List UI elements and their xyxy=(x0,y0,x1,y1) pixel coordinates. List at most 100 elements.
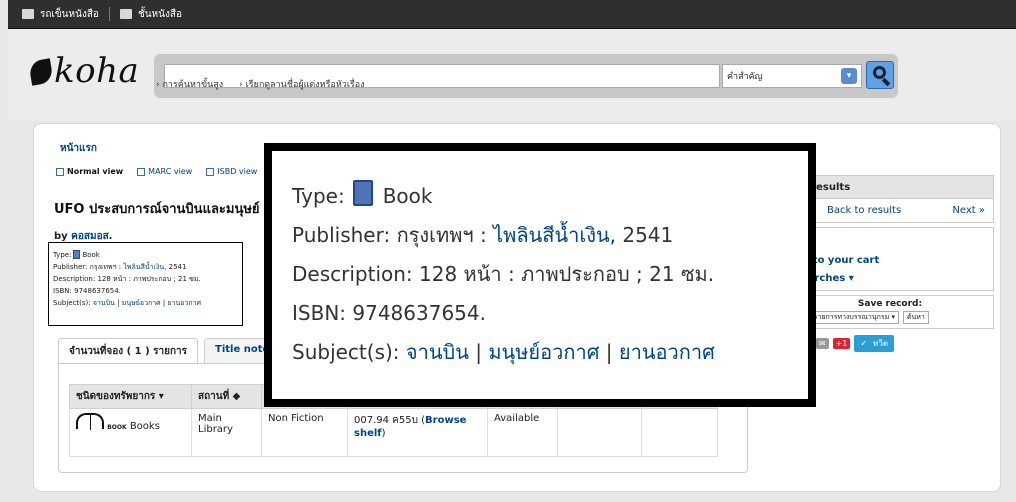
marc-view-label: MARC view xyxy=(148,167,193,176)
topbar-divider xyxy=(108,7,110,21)
table-row: BOOK Books Main Library Non Fiction 007.… xyxy=(69,408,718,457)
save-go-button[interactable]: ต้นหา xyxy=(902,311,929,324)
advanced-search-link[interactable]: › การค้นหาขั้นสูง xyxy=(156,77,223,91)
small-isbn-row: ISBN: 9748637654. xyxy=(53,285,238,297)
zoom-subject-link[interactable]: ยานอวกาศ xyxy=(619,340,715,364)
view-switcher: Normal view MARC view ISBD view xyxy=(56,167,257,176)
tab-normal-view[interactable]: Normal view xyxy=(56,167,123,176)
browse-results-nav: Back to results Next » xyxy=(786,199,994,223)
book-icon xyxy=(352,180,373,206)
list-icon xyxy=(119,9,132,19)
next-link[interactable]: Next » xyxy=(952,205,985,216)
koha-logo[interactable]: koha xyxy=(28,51,140,91)
cell-collection: Non Fiction xyxy=(261,408,348,457)
add-to-cart-link[interactable]: dd to your cart xyxy=(795,252,985,270)
byline-prefix: by xyxy=(54,231,68,242)
google-plus-icon[interactable]: +1 xyxy=(832,338,851,349)
zoom-publisher-label: Publisher: xyxy=(292,223,391,247)
small-type-row: Type: Book xyxy=(53,249,238,261)
cart-link[interactable]: รถเข็นหนังสือ xyxy=(22,7,99,22)
zoom-publisher-year: 2541 xyxy=(622,223,674,247)
shelves-link[interactable]: ชั้นหนังสือ xyxy=(119,7,182,22)
email-icon[interactable]: ✉ xyxy=(815,338,829,349)
small-subject-link[interactable]: จานบิน xyxy=(93,299,115,307)
record-details-small: Type: Book Publisher: กรุงเทพฯ : ไพลินสีน… xyxy=(48,242,243,326)
save-record-box: Save record: แสดงรายการทางบรรณานุกรม ▾ ต… xyxy=(786,295,994,329)
search-index-select[interactable]: คำสำคัญ ▾ xyxy=(722,64,862,88)
cell-item-type: BOOK Books xyxy=(69,408,192,457)
column-header-item-type[interactable]: ชนิดของทรัพยากร ▾ xyxy=(69,384,192,409)
column-header-location[interactable]: สถานที่ ◆ xyxy=(191,384,262,409)
browse-authors-link[interactable]: › เรียกดูลานชื่อผู้แต่งหรือหัวเรื่อง xyxy=(239,77,364,91)
author-link[interactable]: คอสมอส xyxy=(71,231,109,242)
zoom-subject-link[interactable]: มนุษย์อวกาศ xyxy=(488,340,599,364)
actions-heading: มท์ xyxy=(795,234,985,252)
zoom-type-row: Type: Book xyxy=(292,177,786,216)
small-isbn-value: 9748637654. xyxy=(74,287,121,295)
subject-separator: | xyxy=(117,299,120,307)
subject-separator: | xyxy=(162,299,166,307)
cart-icon xyxy=(22,9,34,19)
document-icon xyxy=(137,167,146,176)
more-searches-link[interactable]: searches ▾ xyxy=(795,270,985,288)
small-publisher-link[interactable]: ไพลินสีน้ำเงิน, xyxy=(123,263,166,271)
small-description-label: Description: xyxy=(53,275,96,283)
back-to-results-link[interactable]: Back to results xyxy=(827,205,901,216)
shelves-label: ชั้นหนังสือ xyxy=(137,8,182,20)
chevron-down-icon[interactable]: ▾ xyxy=(841,68,857,84)
cell-due-date xyxy=(557,408,642,457)
small-publisher-year: 2541 xyxy=(168,263,187,271)
actions-box: มท์ dd to your cart searches ▾ xyxy=(786,227,994,291)
save-record-label: Save record: xyxy=(857,299,923,309)
item-type-row: BOOK Books xyxy=(107,421,160,432)
record-title: UFO ประสบการณ์จานบินและมนุษย์ xyxy=(54,202,260,217)
tweet-button[interactable]: ✓ ทวีต xyxy=(854,335,895,352)
search-icon-handle xyxy=(881,77,891,87)
record-tabs: จำนวนที่จอง ( 1 ) รายการ Title notes xyxy=(58,338,287,364)
zoom-subjects-row: Subject(s): จานบิน | มนุษย์อวกาศ | ยานอว… xyxy=(292,333,786,372)
logo-text: koha xyxy=(54,51,140,91)
cell-notes xyxy=(641,408,718,457)
cell-location: Main Library xyxy=(191,408,262,457)
normal-view-label: Normal view xyxy=(67,167,124,176)
subject-separator: | xyxy=(475,340,482,364)
small-subjects-row: Subject(s): จานบิน | มนุษย์อวกาศ | ยานอว… xyxy=(53,297,238,309)
cart-label: รถเข็นหนังสือ xyxy=(40,8,99,20)
header-links: › การค้นหาขั้นสูง › เรียกดูลานชื่อผู้แต่… xyxy=(156,77,365,91)
item-type-header-label: ชนิดของทรัพยากร xyxy=(76,391,156,402)
zoom-type-value: Book xyxy=(382,184,433,208)
zoom-publisher-place: กรุงเทพฯ : xyxy=(396,223,487,247)
zoom-description-row: Description: 128 หน้า : ภาพประกอบ ; 21 ซ… xyxy=(292,255,786,294)
tab-isbd-view[interactable]: ISBD view xyxy=(206,167,257,176)
browse-results-header: se results xyxy=(786,175,994,199)
zoom-publisher-row: Publisher: กรุงเทพฯ : ไพลินสีน้ำเงิน, 25… xyxy=(292,216,786,255)
small-type-label: Type: xyxy=(53,251,72,259)
share-links: in ✉ +1 ✓ทวีต xyxy=(786,335,994,352)
breadcrumb-home[interactable]: หน้าแรก xyxy=(60,141,97,156)
small-publisher-label: Publisher: xyxy=(53,263,88,271)
zoom-publisher-link[interactable]: ไพลินสีน้ำเงิน, xyxy=(493,223,616,247)
zoom-isbn-value: 9748637654. xyxy=(352,301,486,325)
zoom-subject-link[interactable]: จานบิน xyxy=(406,340,469,364)
tab-holdings[interactable]: จำนวนที่จอง ( 1 ) รายการ xyxy=(58,338,199,364)
right-sidebar: se results Back to results Next » มท์ dd… xyxy=(786,175,994,352)
item-type-value: Books xyxy=(129,421,160,432)
twitter-icon: ✓ xyxy=(860,339,868,348)
small-subject-link[interactable]: มนุษย์อวกาศ xyxy=(122,299,161,307)
zoom-type-label: Type: xyxy=(292,184,345,208)
small-isbn-label: ISBN: xyxy=(53,287,72,295)
small-subject-link[interactable]: ยานอวกาศ xyxy=(167,299,201,307)
tab-marc-view[interactable]: MARC view xyxy=(137,167,192,176)
advanced-search-label: การค้นหาขั้นสูง xyxy=(162,80,224,90)
small-description-row: Description: 128 หน้า : ภาพประกอบ ; 21 ซ… xyxy=(53,273,238,285)
zoom-isbn-label: ISBN: xyxy=(292,301,347,325)
cell-status: Available xyxy=(487,408,558,457)
book-icon-label: BOOK xyxy=(107,424,127,431)
search-button[interactable] xyxy=(866,61,894,89)
small-publisher-place: กรุงเทพฯ : xyxy=(89,263,122,271)
search-index-value: คำสำคัญ xyxy=(727,72,763,82)
call-number-value: 007.94 ค55บ xyxy=(354,415,418,426)
leaf-icon xyxy=(28,58,54,86)
chevron-down-icon: ▾ xyxy=(848,273,854,284)
small-subjects-label: Subject(s): xyxy=(53,299,91,307)
